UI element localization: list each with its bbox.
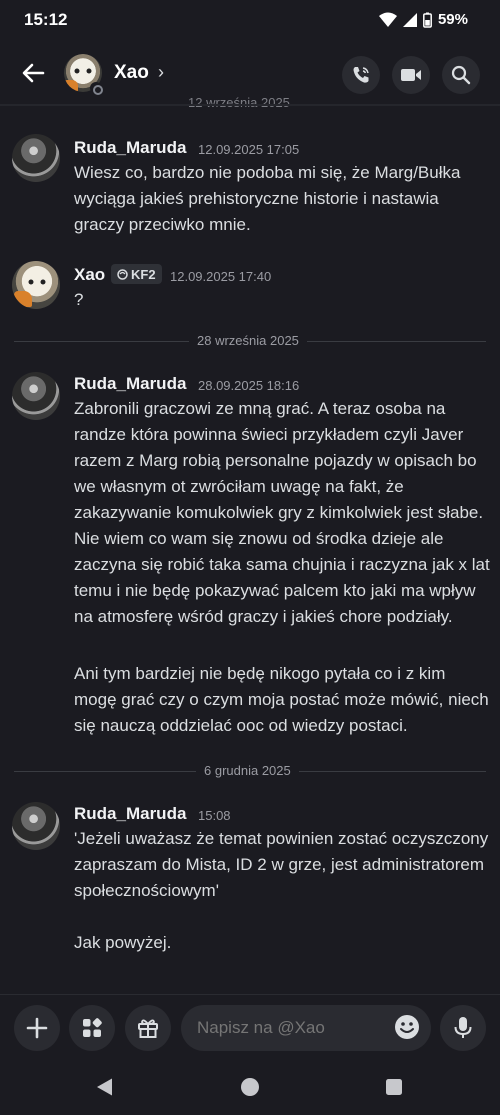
emoji-icon[interactable]: [392, 1012, 422, 1042]
nav-home-icon[interactable]: [240, 1077, 260, 1097]
date-divider-top: 12 września 2025: [188, 95, 290, 110]
message-text-continued: Jak powyżej.: [74, 933, 172, 952]
message-author[interactable]: Ruda_Maruda: [74, 374, 186, 394]
avatar-cat: [64, 80, 78, 92]
message-text-continued: Ani tym bardziej nie będę nikogo pytała …: [74, 664, 494, 735]
date-divider-label: 6 grudnia 2025: [196, 763, 299, 778]
message-author[interactable]: Ruda_Maruda: [74, 804, 186, 824]
back-arrow-icon[interactable]: [18, 58, 48, 88]
phone-icon: [353, 67, 369, 83]
avatar-eyes: [28, 279, 46, 285]
message-author[interactable]: Xao: [74, 265, 105, 285]
message-timestamp: 12.09.2025 17:40: [170, 269, 272, 284]
message-author[interactable]: Ruda_Maruda: [74, 138, 186, 158]
avatar-cat: [14, 291, 32, 307]
clan-tag[interactable]: KF2: [111, 264, 162, 284]
message-timestamp: 15:08: [198, 808, 231, 823]
message-timestamp: 12.09.2025 17:05: [198, 142, 300, 157]
video-camera-icon: [401, 69, 421, 81]
nav-back-icon[interactable]: [95, 1077, 115, 1097]
gift-button[interactable]: [125, 1005, 171, 1051]
message-text: ?: [74, 290, 84, 309]
nav-recents-icon[interactable]: [385, 1078, 403, 1096]
apps-button[interactable]: [69, 1005, 115, 1051]
avatar-eyes: [74, 68, 92, 74]
add-attachment-button[interactable]: [14, 1005, 60, 1051]
status-icons: 59%: [378, 11, 468, 28]
wifi-icon: [378, 12, 397, 27]
avatar[interactable]: [12, 372, 60, 420]
microphone-icon: [454, 1017, 472, 1038]
avatar[interactable]: [12, 261, 60, 309]
chevron-right-icon[interactable]: ›: [158, 62, 164, 83]
date-divider-label: 28 września 2025: [189, 333, 307, 348]
status-bar: 15:12 59%: [0, 0, 500, 40]
plus-icon: [26, 1017, 48, 1039]
message-text: Wiesz co, bardzo nie podoba mi się, że M…: [74, 163, 466, 234]
message-text: Zabronili graczowi ze mną grać. A teraz …: [74, 399, 495, 626]
system-navigation-bar: [0, 1060, 500, 1115]
voice-message-button[interactable]: [440, 1005, 486, 1051]
apps-icon: [83, 1018, 102, 1037]
search-button[interactable]: [442, 56, 480, 94]
header-divider: [0, 104, 500, 106]
signal-icon: [402, 12, 417, 27]
clan-badge-icon: [117, 268, 128, 280]
clan-tag-label: KF2: [131, 266, 156, 282]
message-timestamp: 28.09.2025 18:16: [198, 378, 300, 393]
gift-icon: [138, 1019, 158, 1038]
offline-status-icon: [90, 82, 103, 95]
avatar[interactable]: [12, 134, 60, 182]
video-call-button[interactable]: [392, 56, 430, 94]
message-text: 'Jeżeli uważasz że temat powinien zostać…: [74, 829, 493, 900]
message-composer: [0, 994, 500, 1060]
status-time: 15:12: [24, 10, 68, 29]
battery-percent: 59%: [437, 11, 468, 28]
voice-call-button[interactable]: [342, 56, 380, 94]
header-username[interactable]: Xao: [114, 62, 149, 84]
search-icon: [451, 65, 471, 85]
battery-icon: [423, 12, 432, 28]
avatar[interactable]: [12, 802, 60, 850]
